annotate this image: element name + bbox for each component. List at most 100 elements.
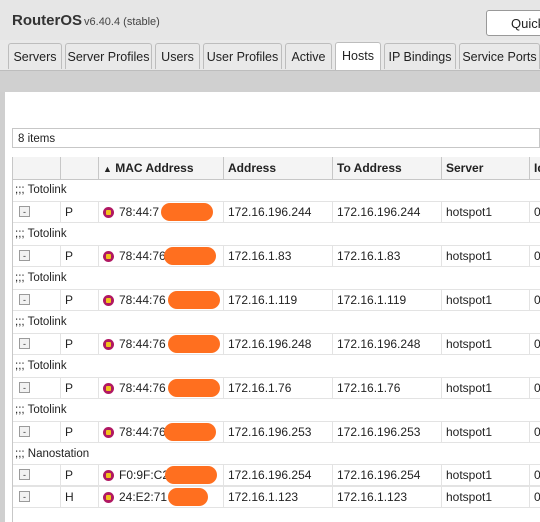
mac-text: 78:44:76: [119, 293, 166, 307]
redaction-mark: [168, 291, 220, 309]
tab-active[interactable]: Active: [285, 43, 332, 69]
flag-cell: P: [61, 465, 99, 485]
table-header: ▲ MAC Address Address To Address Server …: [13, 157, 540, 180]
collapse-icon[interactable]: -: [19, 382, 30, 393]
tab-hosts[interactable]: Hosts: [335, 42, 381, 70]
idle-cell: 0: [530, 202, 540, 222]
tab-bar: Servers Server Profiles Users User Profi…: [0, 40, 540, 70]
redaction-mark: [164, 247, 216, 265]
col-idle-header[interactable]: Id: [530, 157, 540, 179]
tab-ip-bindings[interactable]: IP Bindings: [384, 43, 456, 69]
to-address-cell: 172.16.1.123: [333, 487, 442, 507]
expand-cell: -: [13, 378, 61, 398]
host-lock-icon: [103, 383, 114, 394]
expand-cell: -: [13, 246, 61, 266]
table-row[interactable]: - P 78:44:76 172.16.1.83 172.16.1.83 hotspot1…: [13, 245, 540, 267]
host-lock-icon: [103, 470, 114, 481]
to-address-cell: 172.16.1.76: [333, 378, 442, 398]
flag-cell: P: [61, 378, 99, 398]
address-cell: 172.16.196.248: [224, 334, 333, 354]
tab-service-ports[interactable]: Service Ports: [459, 43, 540, 69]
col-server-header[interactable]: Server: [442, 157, 530, 179]
idle-cell: 0: [530, 422, 540, 442]
collapse-icon[interactable]: -: [19, 338, 30, 349]
to-address-cell: 172.16.196.248: [333, 334, 442, 354]
mac-text: 78:44:76: [119, 381, 166, 395]
tab-user-profiles[interactable]: User Profiles: [203, 43, 282, 69]
redaction-mark: [164, 423, 216, 441]
host-lock-icon: [103, 207, 114, 218]
collapse-icon[interactable]: -: [19, 294, 30, 305]
mac-text: 78:44:76: [119, 337, 166, 351]
redaction-mark: [168, 379, 220, 397]
col-expand-header[interactable]: [13, 157, 61, 179]
server-cell: hotspot1: [442, 487, 530, 507]
to-address-cell: 172.16.1.83: [333, 246, 442, 266]
col-flags-header[interactable]: [61, 157, 99, 179]
collapse-icon[interactable]: -: [19, 250, 30, 261]
collapse-icon[interactable]: -: [19, 469, 30, 480]
host-lock-icon: [103, 295, 114, 306]
expand-cell: -: [13, 465, 61, 485]
server-cell: hotspot1: [442, 290, 530, 310]
server-cell: hotspot1: [442, 246, 530, 266]
to-address-cell: 172.16.196.244: [333, 202, 442, 222]
toolbar: [0, 70, 540, 93]
collapse-icon[interactable]: -: [19, 206, 30, 217]
collapse-icon[interactable]: -: [19, 426, 30, 437]
host-lock-icon: [103, 251, 114, 262]
redaction-mark: [168, 335, 220, 353]
table-row[interactable]: - P 78:44:7 172.16.196.244 172.16.196.244 hot…: [13, 201, 540, 223]
app-version: v6.40.4 (stable): [84, 16, 160, 28]
title-bar: RouterOSv6.40.4 (stable) Quick: [0, 0, 540, 40]
flag-cell: P: [61, 334, 99, 354]
mac-text: 78:44:76: [119, 249, 166, 263]
table-row[interactable]: - P F0:9F:C2 172.16.196.254 172.16.196.254 ho…: [13, 464, 540, 486]
row-comment: ;;; Totolink: [15, 228, 67, 240]
table-row[interactable]: - P 78:44:76 172.16.1.119 172.16.1.119 hotspo…: [13, 289, 540, 311]
flag-cell: P: [61, 290, 99, 310]
address-cell: 172.16.196.253: [224, 422, 333, 442]
col-to-address-header[interactable]: To Address: [333, 157, 442, 179]
address-cell: 172.16.1.123: [224, 487, 333, 507]
row-comment: ;;; Totolink: [15, 316, 67, 328]
host-lock-icon: [103, 492, 114, 503]
tab-users[interactable]: Users: [155, 43, 200, 69]
table-row[interactable]: - H 24:E2:71 172.16.1.123 172.16.1.123 hotspo…: [13, 486, 540, 508]
server-cell: hotspot1: [442, 334, 530, 354]
redaction-mark: [168, 488, 208, 506]
server-cell: hotspot1: [442, 422, 530, 442]
address-cell: 172.16.196.254: [224, 465, 333, 485]
idle-cell: 0: [530, 290, 540, 310]
idle-cell: 0: [530, 465, 540, 485]
tab-servers[interactable]: Servers: [8, 43, 62, 69]
mac-text: 78:44:76: [119, 425, 166, 439]
table-row[interactable]: - P 78:44:76 172.16.196.253 172.16.196.253 ho…: [13, 421, 540, 443]
host-lock-icon: [103, 427, 114, 438]
expand-cell: -: [13, 290, 61, 310]
col-mac-label: MAC Address: [115, 161, 194, 175]
redaction-mark: [161, 203, 213, 221]
flag-cell: P: [61, 246, 99, 266]
tab-server-profiles[interactable]: Server Profiles: [65, 43, 152, 69]
mac-text: 78:44:7: [119, 205, 160, 219]
row-comment: ;;; Totolink: [15, 272, 67, 284]
app-name: RouterOS: [12, 12, 83, 29]
idle-cell: 0: [530, 487, 540, 507]
collapse-icon[interactable]: -: [19, 491, 30, 502]
quick-set-button[interactable]: Quick: [486, 10, 540, 36]
expand-cell: -: [13, 487, 61, 507]
table-row[interactable]: - P 78:44:76 172.16.196.248 172.16.196.248 ho…: [13, 333, 540, 355]
row-comment: ;;; Totolink: [15, 360, 67, 372]
address-cell: 172.16.1.83: [224, 246, 333, 266]
expand-cell: -: [13, 334, 61, 354]
address-cell: 172.16.196.244: [224, 202, 333, 222]
hosts-table: ▲ MAC Address Address To Address Server …: [12, 157, 540, 522]
mac-text: 24:E2:71: [119, 490, 168, 504]
sort-asc-icon: ▲: [103, 164, 112, 174]
col-mac-header[interactable]: ▲ MAC Address: [99, 157, 224, 179]
table-row[interactable]: - P 78:44:76 172.16.1.76 172.16.1.76 hotspot1…: [13, 377, 540, 399]
col-address-header[interactable]: Address: [224, 157, 333, 179]
redaction-mark: [165, 466, 217, 484]
row-comment: ;;; Totolink: [15, 404, 67, 416]
